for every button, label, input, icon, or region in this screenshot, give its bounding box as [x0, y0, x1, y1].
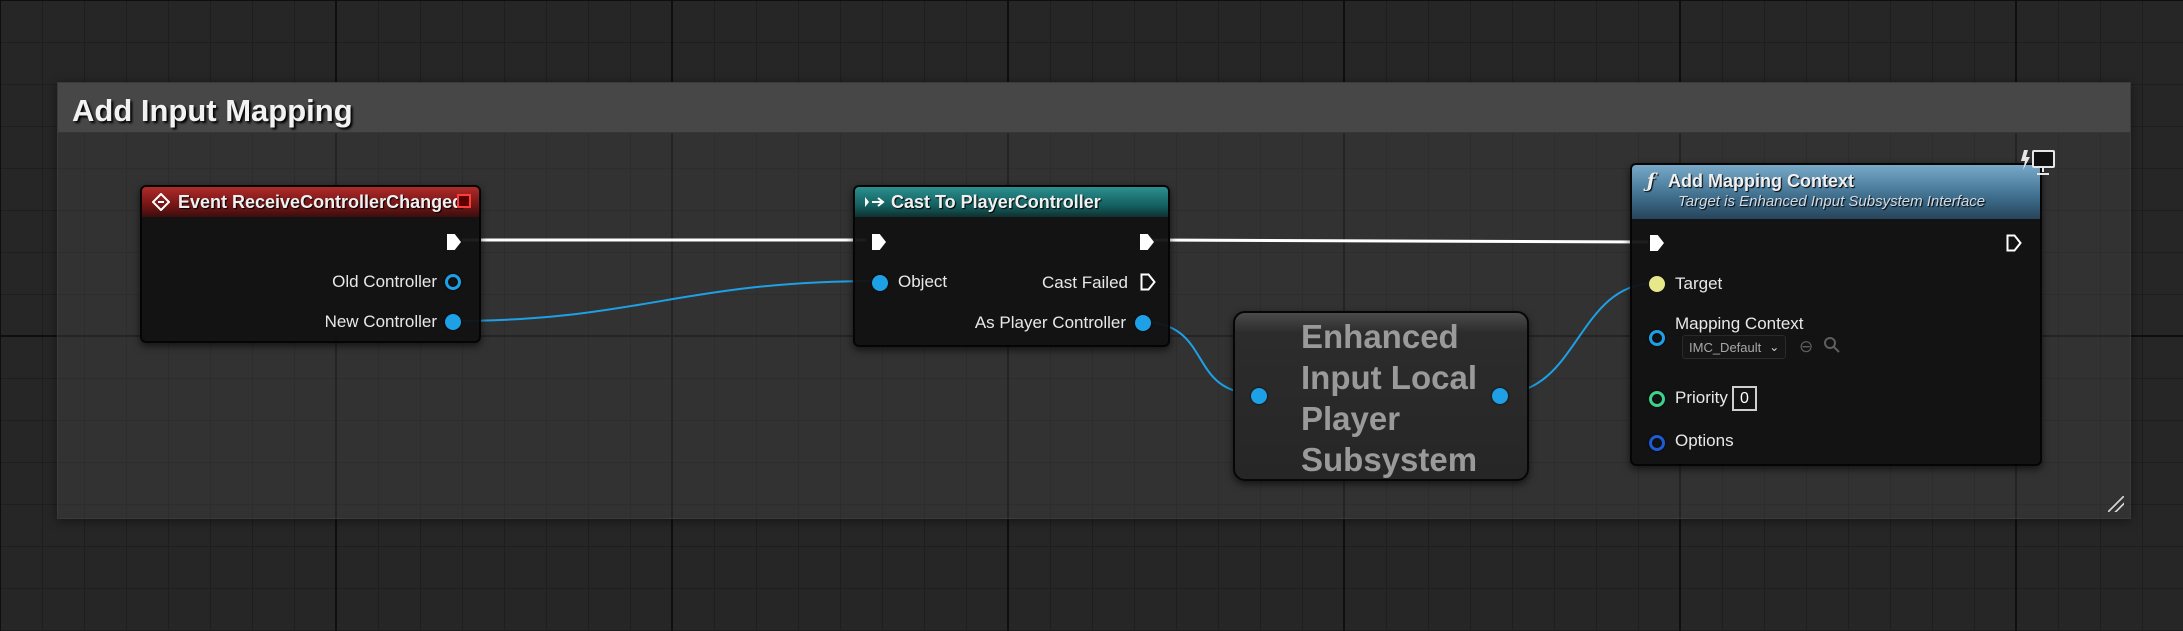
options-label: Options	[1675, 431, 1734, 450]
as-player-controller-label: As Player Controller	[974, 313, 1126, 332]
event-receive-controller-changed-node[interactable]: Event ReceiveControllerChanged Old Contr…	[140, 185, 481, 343]
enhanced-input-subsystem-node[interactable]: Enhanced Input Local Player Subsystem	[1233, 311, 1529, 481]
new-controller-label: New Controller	[324, 312, 437, 331]
event-exec-out-pin[interactable]	[447, 234, 461, 250]
target-pin[interactable]	[1649, 276, 1665, 292]
object-wire-controller-to-cast[interactable]	[451, 280, 880, 322]
mapping-context-value: IMC_Default	[1689, 339, 1762, 355]
exec-wire-cast-to-add-mapping[interactable]	[1151, 238, 1649, 244]
target-label: Target	[1675, 274, 1723, 293]
cast-object-pin[interactable]	[872, 275, 888, 291]
subsystem-title-line-2: Input Local	[1301, 359, 1477, 396]
options-pin[interactable]	[1649, 435, 1665, 451]
subsystem-title-line-1: Enhanced	[1301, 318, 1459, 355]
add-mapping-node-subtitle: Target is Enhanced Input Subsystem Inter…	[1678, 193, 1986, 210]
add-mapping-exec-in-pin[interactable]	[1650, 235, 1664, 251]
cast-to-player-controller-node[interactable]: Cast To PlayerController Object Cast Fai…	[853, 185, 1170, 347]
magnifier-icon[interactable]	[1823, 336, 1841, 359]
cast-node-title: Cast To PlayerController	[891, 191, 1101, 212]
cast-exec-in-pin[interactable]	[872, 234, 886, 250]
new-controller-pin[interactable]	[445, 314, 461, 330]
mapping-context-asset-dropdown[interactable]: IMC_Default ⌄	[1682, 335, 1787, 359]
old-controller-pin[interactable]	[445, 274, 461, 290]
cast-exec-out-pin[interactable]	[1140, 234, 1154, 250]
subsystem-output-pin[interactable]	[1492, 388, 1508, 404]
subsystem-node-title: Enhanced Input Local Player Subsystem	[1301, 316, 1511, 480]
subsystem-title-line-4: Subsystem	[1301, 441, 1478, 478]
mapping-context-pin[interactable]	[1649, 330, 1665, 346]
priority-value-input[interactable]: 0	[1732, 386, 1757, 411]
priority-label: Priority	[1675, 388, 1728, 407]
subsystem-title-line-3: Player	[1301, 400, 1401, 437]
priority-pin[interactable]	[1649, 391, 1665, 407]
add-mapping-node-header[interactable]: ƒ Add Mapping Context Target is Enhanced…	[1632, 165, 2040, 219]
reset-arrow-icon[interactable]: ⊖	[1799, 337, 1813, 357]
add-mapping-context-node[interactable]: ƒ Add Mapping Context Target is Enhanced…	[1630, 163, 2042, 466]
as-player-controller-pin[interactable]	[1135, 315, 1151, 331]
old-controller-label: Old Controller	[332, 272, 437, 291]
cast-icon	[863, 195, 885, 209]
cast-failed-label: Cast Failed	[1042, 273, 1128, 292]
chevron-down-icon: ⌄	[1769, 340, 1780, 354]
add-mapping-node-title: Add Mapping Context	[1668, 170, 1854, 191]
event-node-title: Event ReceiveControllerChanged	[178, 191, 464, 212]
event-diamond-icon	[150, 193, 172, 211]
cast-object-label: Object	[898, 272, 948, 291]
cast-node-header[interactable]: Cast To PlayerController	[855, 187, 1168, 217]
cast-failed-exec-pin[interactable]	[1140, 273, 1156, 296]
delegate-pin-icon[interactable]	[457, 194, 471, 208]
client-monitor-icon	[2020, 148, 2056, 183]
mapping-context-label: Mapping Context	[1675, 314, 1804, 333]
subsystem-input-pin[interactable]	[1251, 388, 1267, 404]
event-node-header[interactable]: Event ReceiveControllerChanged	[142, 187, 479, 217]
add-mapping-exec-out-pin[interactable]	[2006, 234, 2022, 257]
function-icon: ƒ	[1646, 170, 1656, 192]
